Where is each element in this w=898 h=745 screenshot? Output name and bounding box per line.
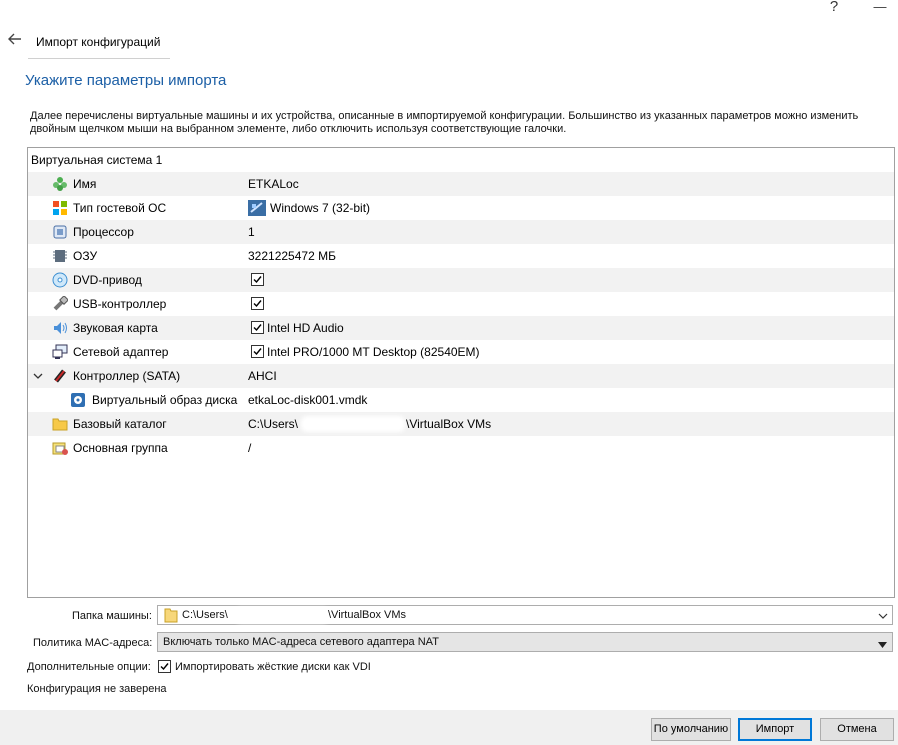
folder-icon [164,608,178,626]
tree-row-base-folder[interactable]: Базовый каталог C:\Users\ \VirtualBox VM… [28,412,894,436]
windows7-logo-icon [248,200,266,216]
tree-row-dvd[interactable]: DVD-привод [28,268,894,292]
row-value: Intel HD Audio [267,321,344,335]
appliance-settings-tree[interactable]: Виртуальная система 1 Имя ETKALoc Тип го… [27,147,895,598]
machine-folder-label: Папка машины: [72,610,152,622]
tree-row-disk-image[interactable]: Виртуальный образ диска etkaLoc-disk001.… [28,388,894,412]
row-value: Windows 7 (32-bit) [270,201,371,215]
tree-row-audio[interactable]: Звуковая карта Intel HD Audio [28,316,894,340]
tree-row-network[interactable]: Сетевой адаптер Intel PRO/1000 MT Deskto… [28,340,894,364]
row-value-suffix: \VirtualBox VMs [406,417,492,431]
mac-policy-label: Политика MAC-адреса: [33,637,153,649]
tree-row-processor[interactable]: Процессор 1 [28,220,894,244]
network-icon [52,344,68,360]
import-button[interactable]: Импорт [738,718,812,741]
help-button[interactable]: ? [814,0,854,16]
wizard-title: Импорт конфигураций [36,35,161,49]
tree-row-name[interactable]: Имя ETKALoc [28,172,894,196]
machine-folder-combobox[interactable]: C:\Users\ \VirtualBox VMs [157,605,893,625]
row-value: AHCI [248,369,277,383]
chevron-down-icon[interactable] [878,610,888,624]
folder-icon [52,416,68,432]
row-label: Тип гостевой ОС [73,201,167,215]
machine-folder-suffix: \VirtualBox VMs [328,609,407,621]
page-description: Далее перечислены виртуальные машины и и… [30,110,859,135]
row-value: / [248,441,252,455]
row-label: Звуковая карта [73,321,158,335]
dvd-checkbox[interactable] [251,273,264,286]
row-label: Виртуальный образ диска [92,393,238,407]
row-label: Имя [73,177,97,191]
row-label: DVD-привод [73,273,142,287]
row-value: 1 [248,225,255,239]
tree-row-primary-group[interactable]: Основная группа / [28,436,894,460]
audio-checkbox[interactable] [251,321,264,334]
row-value: ETKALoc [248,177,299,191]
dropdown-arrow-icon[interactable] [878,638,887,652]
back-arrow-icon[interactable] [6,30,24,48]
row-label: Сетевой адаптер [73,345,169,359]
row-label: Базовый каталог [73,417,167,431]
wizard-title-underline [28,58,170,59]
row-label: Процессор [73,225,134,239]
row-value-prefix: C:\Users\ [248,417,299,431]
mac-policy-combobox[interactable]: Включать только MAC-адреса сетевого адап… [157,632,893,652]
redacted-username [238,611,326,620]
chevron-down-icon[interactable] [33,370,43,380]
row-label: USB-контроллер [73,297,167,311]
sata-controller-icon [52,368,68,384]
signature-status: Конфигурация не заверена [27,683,167,695]
row-value: 3221225472 МБ [248,249,336,263]
usb-checkbox[interactable] [251,297,264,310]
dvd-icon [52,272,68,288]
processor-icon [52,224,68,240]
usb-icon [52,295,69,312]
mac-policy-value: Включать только MAC-адреса сетевого адап… [163,636,439,648]
redacted-username [304,419,402,429]
machine-folder-prefix: C:\Users\ [182,609,228,621]
page-title: Укажите параметры импорта [25,72,227,89]
row-value: Intel PRO/1000 MT Desktop (82540EM) [267,345,480,359]
virtual-system-label: Виртуальная система 1 [31,153,163,167]
audio-icon [52,320,68,336]
cancel-button[interactable]: Отмена [820,718,894,741]
defaults-button[interactable]: По умолчанию [651,718,731,741]
tree-row-sata-controller[interactable]: Контроллер (SATA) AHCI [28,364,894,388]
disk-image-icon [70,392,86,408]
network-checkbox[interactable] [251,345,264,358]
ram-icon [52,248,68,264]
row-value: etkaLoc-disk001.vmdk [248,393,368,407]
tree-row-usb[interactable]: USB-контроллер [28,292,894,316]
import-vdi-label[interactable]: Импортировать жёсткие диски как VDI [175,661,371,673]
tree-header-virtual-system[interactable]: Виртуальная система 1 [28,148,894,172]
name-icon [52,176,68,192]
row-label: ОЗУ [73,249,98,263]
tree-row-os-type[interactable]: Тип гостевой ОС Windows 7 (32-bit) [28,196,894,220]
row-label: Основная группа [73,441,168,455]
os-type-icon [52,200,68,216]
row-label: Контроллер (SATA) [73,369,181,383]
tree-row-ram[interactable]: ОЗУ 3221225472 МБ [28,244,894,268]
extra-options-label: Дополнительные опции: [27,661,151,673]
minimize-button[interactable]: — [860,0,898,16]
import-vdi-checkbox[interactable] [158,660,171,673]
group-icon [52,440,68,456]
